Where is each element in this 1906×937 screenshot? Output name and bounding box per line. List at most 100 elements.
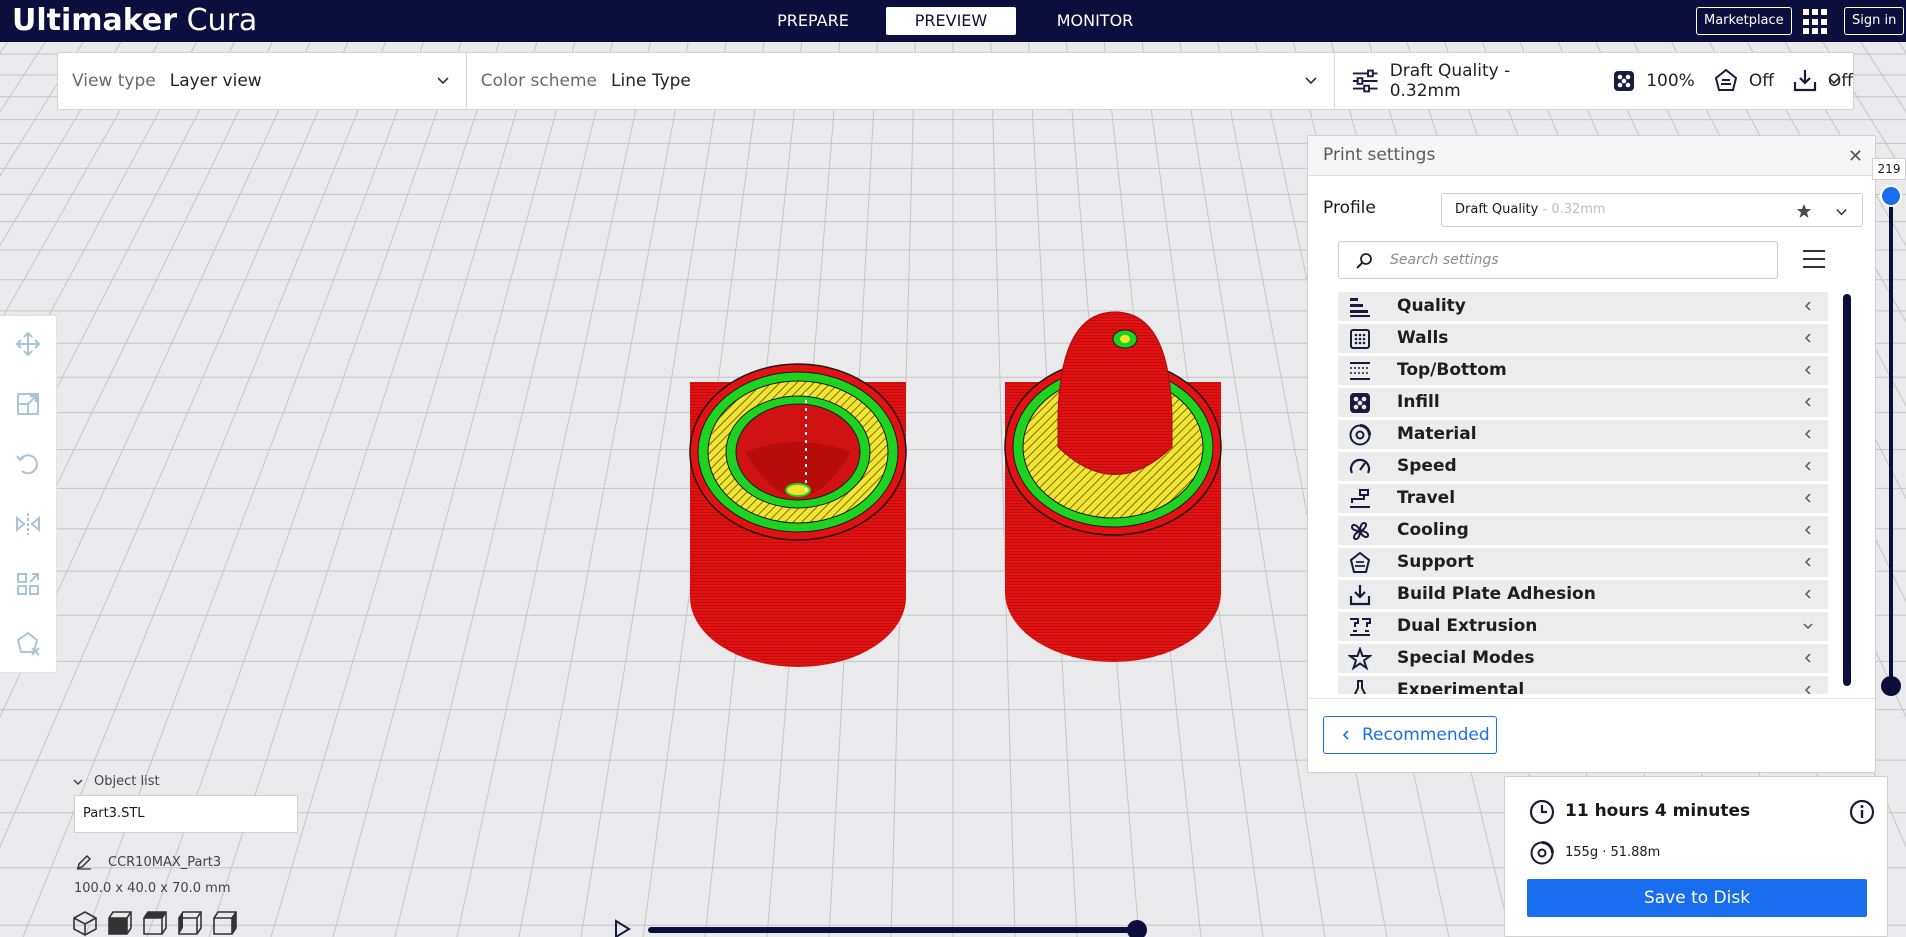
category-label: Speed bbox=[1397, 456, 1457, 476]
recommended-label: Recommended bbox=[1362, 725, 1490, 745]
view-type-label: View type bbox=[72, 71, 156, 91]
category-material[interactable]: Material bbox=[1338, 420, 1828, 449]
per-model-settings-icon[interactable] bbox=[14, 570, 42, 598]
support-icon bbox=[1349, 551, 1371, 573]
color-scheme-dropdown[interactable]: Color scheme Line Type bbox=[467, 52, 1335, 110]
special-modes-star-icon bbox=[1348, 647, 1372, 671]
settings-category-list: Quality Walls Top/Bottom Infill Material… bbox=[1338, 292, 1828, 694]
chevron-left-icon bbox=[1804, 653, 1811, 663]
layer-slider-upper-handle[interactable] bbox=[1880, 185, 1902, 207]
color-scheme-label: Color scheme bbox=[480, 71, 598, 91]
path-slider-handle[interactable] bbox=[1127, 920, 1147, 937]
category-travel[interactable]: Travel bbox=[1338, 484, 1828, 513]
material-usage: 155g · 51.88m bbox=[1565, 845, 1661, 860]
category-label: Top/Bottom bbox=[1397, 360, 1507, 380]
settings-scrollbar[interactable] bbox=[1843, 294, 1851, 686]
view-right-icon[interactable] bbox=[212, 910, 238, 936]
support-icon bbox=[1714, 68, 1737, 91]
print-estimate-card: 11 hours 4 minutes 155g · 51.88m Save to… bbox=[1504, 776, 1888, 937]
object-dimensions: 100.0 x 40.0 x 70.0 mm bbox=[74, 881, 231, 896]
scale-tool-icon[interactable] bbox=[14, 390, 42, 418]
build-plate-adhesion-icon bbox=[1349, 585, 1371, 606]
view-front-icon[interactable] bbox=[107, 910, 133, 936]
layer-slider-track[interactable] bbox=[1889, 195, 1893, 689]
move-tool-icon[interactable] bbox=[14, 330, 42, 358]
left-toolbar bbox=[0, 315, 57, 673]
close-icon[interactable]: ✕ bbox=[1848, 146, 1863, 167]
mirror-tool-icon[interactable] bbox=[14, 510, 42, 538]
marketplace-button[interactable]: Marketplace bbox=[1696, 7, 1792, 35]
search-settings-input[interactable]: Search settings bbox=[1338, 241, 1778, 279]
support-blocker-icon[interactable] bbox=[14, 630, 42, 658]
category-label: Travel bbox=[1397, 488, 1456, 508]
category-quality[interactable]: Quality bbox=[1338, 292, 1828, 321]
chevron-left-icon bbox=[1804, 589, 1811, 599]
info-icon[interactable] bbox=[1849, 799, 1875, 825]
applications-grid-icon[interactable] bbox=[1803, 9, 1829, 35]
star-icon[interactable] bbox=[1796, 203, 1812, 219]
category-support[interactable]: Support bbox=[1338, 548, 1828, 577]
category-dual-extrusion[interactable]: Dual Extrusion bbox=[1338, 612, 1828, 641]
view-type-dropdown[interactable]: View type Layer view bbox=[58, 52, 466, 110]
rotate-tool-icon[interactable] bbox=[14, 450, 42, 478]
panel-header: Print settings ✕ bbox=[1308, 136, 1875, 176]
printed-part-left[interactable] bbox=[689, 363, 907, 667]
support-value: Off bbox=[1748, 71, 1774, 91]
view-left-icon[interactable] bbox=[177, 910, 203, 936]
layer-number-input[interactable]: 219 bbox=[1872, 158, 1906, 180]
view-type-value: Layer view bbox=[169, 71, 262, 91]
tab-prepare[interactable]: PREPARE bbox=[759, 7, 867, 35]
app-logo: Ultimaker Cura bbox=[12, 2, 257, 40]
chevron-left-icon bbox=[1804, 493, 1811, 503]
top-header: Ultimaker Cura PREPARE PREVIEW MONITOR M… bbox=[0, 0, 1906, 42]
adhesion-summary: Off bbox=[1792, 68, 1853, 94]
settings-sliders-icon bbox=[1353, 69, 1378, 93]
chevron-down-icon bbox=[1803, 623, 1813, 630]
settings-visibility-menu-icon[interactable] bbox=[1802, 248, 1826, 270]
dual-extrusion-icon bbox=[1350, 618, 1371, 636]
sign-in-button[interactable]: Sign in bbox=[1844, 7, 1905, 35]
category-cooling[interactable]: Cooling bbox=[1338, 516, 1828, 545]
chevron-left-icon bbox=[1804, 525, 1811, 535]
category-label: Special Modes bbox=[1397, 648, 1535, 668]
chevron-left-icon bbox=[1804, 397, 1811, 407]
path-slider-track[interactable] bbox=[648, 927, 1138, 933]
category-special-modes[interactable]: Special Modes bbox=[1338, 644, 1828, 673]
object-list-toggle[interactable]: Object list bbox=[72, 774, 160, 789]
chevron-left-icon bbox=[1804, 333, 1811, 343]
profile-dropdown[interactable]: Draft Quality - 0.32mm bbox=[1441, 193, 1863, 227]
category-label: Cooling bbox=[1397, 520, 1469, 540]
category-label: Support bbox=[1397, 552, 1474, 572]
chevron-down-icon bbox=[437, 77, 449, 85]
view-3d-icon[interactable] bbox=[72, 910, 98, 936]
object-list-item[interactable]: Part3.STL bbox=[74, 795, 298, 833]
save-to-disk-button[interactable]: Save to Disk bbox=[1527, 879, 1867, 917]
object-list-header: Object list bbox=[94, 774, 160, 789]
profile-name: Draft Quality - 0.32mm bbox=[1455, 202, 1606, 217]
category-experimental[interactable]: Experimental bbox=[1338, 676, 1828, 694]
play-icon[interactable] bbox=[612, 919, 632, 937]
color-scheme-value: Line Type bbox=[611, 71, 691, 91]
pencil-icon[interactable] bbox=[76, 854, 92, 870]
chevron-left-icon bbox=[1804, 685, 1811, 694]
walls-icon bbox=[1350, 329, 1370, 349]
chevron-left-icon bbox=[1804, 461, 1811, 471]
tab-monitor[interactable]: MONITOR bbox=[1036, 7, 1154, 35]
layer-slider-lower-handle[interactable] bbox=[1881, 676, 1901, 696]
category-walls[interactable]: Walls bbox=[1338, 324, 1828, 353]
print-setup-selector[interactable]: Draft Quality - 0.32mm 100% Off Off bbox=[1335, 52, 1853, 110]
material-icon bbox=[1349, 424, 1371, 446]
category-build-plate-adhesion[interactable]: Build Plate Adhesion bbox=[1338, 580, 1828, 609]
category-top-bottom[interactable]: Top/Bottom bbox=[1338, 356, 1828, 385]
job-name[interactable]: CCR10MAX_Part3 bbox=[108, 855, 221, 870]
category-infill[interactable]: Infill bbox=[1338, 388, 1828, 417]
support-summary: Off bbox=[1713, 68, 1774, 94]
category-label: Quality bbox=[1397, 296, 1466, 316]
recommended-mode-button[interactable]: Recommended bbox=[1323, 716, 1497, 754]
category-speed[interactable]: Speed bbox=[1338, 452, 1828, 481]
view-top-icon[interactable] bbox=[142, 910, 168, 936]
tab-preview[interactable]: PREVIEW bbox=[886, 7, 1016, 35]
camera-view-buttons bbox=[72, 910, 238, 936]
category-label: Infill bbox=[1397, 392, 1440, 412]
material-spool-icon bbox=[1530, 841, 1554, 865]
